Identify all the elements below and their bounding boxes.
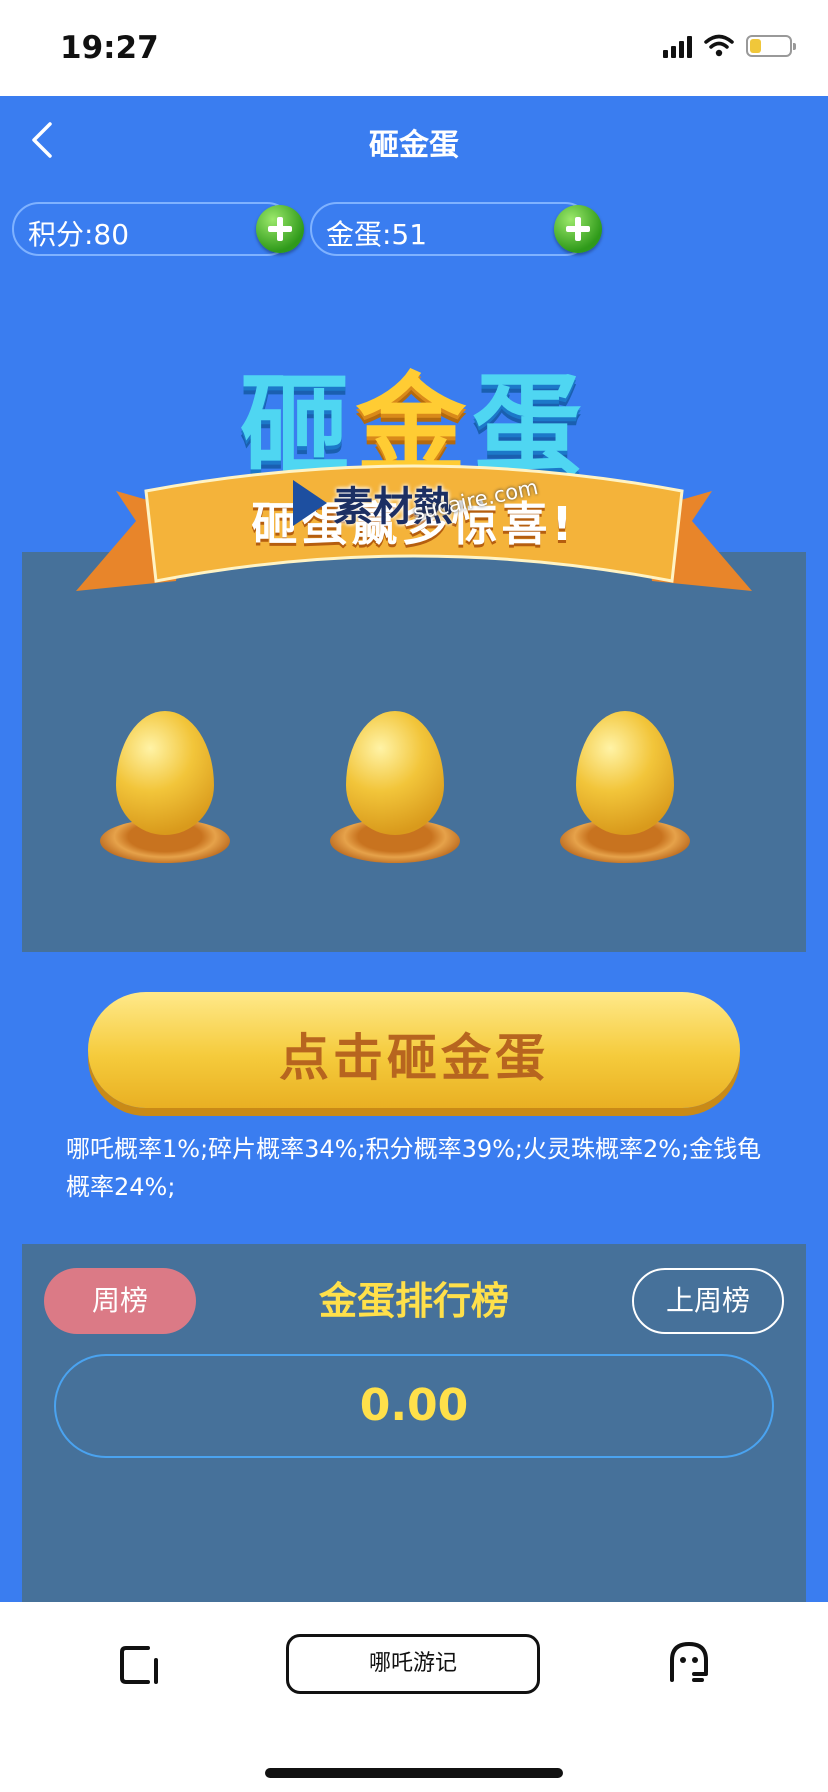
points-label: 积分:80: [28, 218, 130, 251]
square-icon[interactable]: [116, 1642, 162, 1688]
golden-egg-icon: [346, 711, 444, 835]
golden-egg-3[interactable]: [560, 711, 690, 871]
battery-icon: [746, 35, 796, 57]
home-indicator[interactable]: [265, 1768, 563, 1778]
score-box: 0.00: [54, 1354, 774, 1458]
game-screen: 砸金蛋 积分:80 金蛋:51 砸金蛋 砸蛋赢多惊喜! 素材熱 sucaire.…: [0, 96, 828, 1602]
leaderboard-panel: 周榜 金蛋排行榜 上周榜 0.00: [22, 1244, 806, 1602]
probability-info: 哪吒概率1%;碎片概率34%;积分概率39%;火灵珠概率2%;金钱龟概率24%;: [66, 1135, 762, 1201]
points-counter: 积分:80: [12, 202, 304, 256]
golden-egg-icon: [576, 711, 674, 835]
signal-icon: [663, 34, 692, 58]
status-time: 19:27: [60, 30, 159, 66]
golden-egg-icon: [116, 711, 214, 835]
smash-egg-label: 点击砸金蛋: [279, 1029, 549, 1087]
battery-fill: [750, 39, 761, 53]
bottom-toolbar: 哪吒游记: [0, 1602, 828, 1792]
tab-last-week[interactable]: 上周榜: [632, 1268, 784, 1334]
watermark-logo-icon: [293, 480, 327, 526]
wifi-icon: [704, 34, 734, 57]
add-eggs-plus-icon[interactable]: [554, 205, 602, 253]
golden-egg-2[interactable]: [330, 711, 460, 871]
score-value: 0.00: [359, 1380, 469, 1431]
smash-egg-button[interactable]: 点击砸金蛋: [88, 992, 740, 1108]
nezha-journey-button[interactable]: 哪吒游记: [286, 1634, 540, 1694]
nav-bar: 砸金蛋: [0, 96, 828, 184]
page-title: 砸金蛋: [369, 128, 459, 163]
eggs-counter: 金蛋:51: [310, 202, 602, 256]
eggs-label: 金蛋:51: [326, 218, 428, 251]
ghost-face-icon[interactable]: [666, 1640, 712, 1686]
status-bar: 19:27: [0, 0, 828, 96]
status-icons: [663, 34, 796, 58]
golden-egg-1[interactable]: [100, 711, 230, 871]
add-points-plus-icon[interactable]: [256, 205, 304, 253]
